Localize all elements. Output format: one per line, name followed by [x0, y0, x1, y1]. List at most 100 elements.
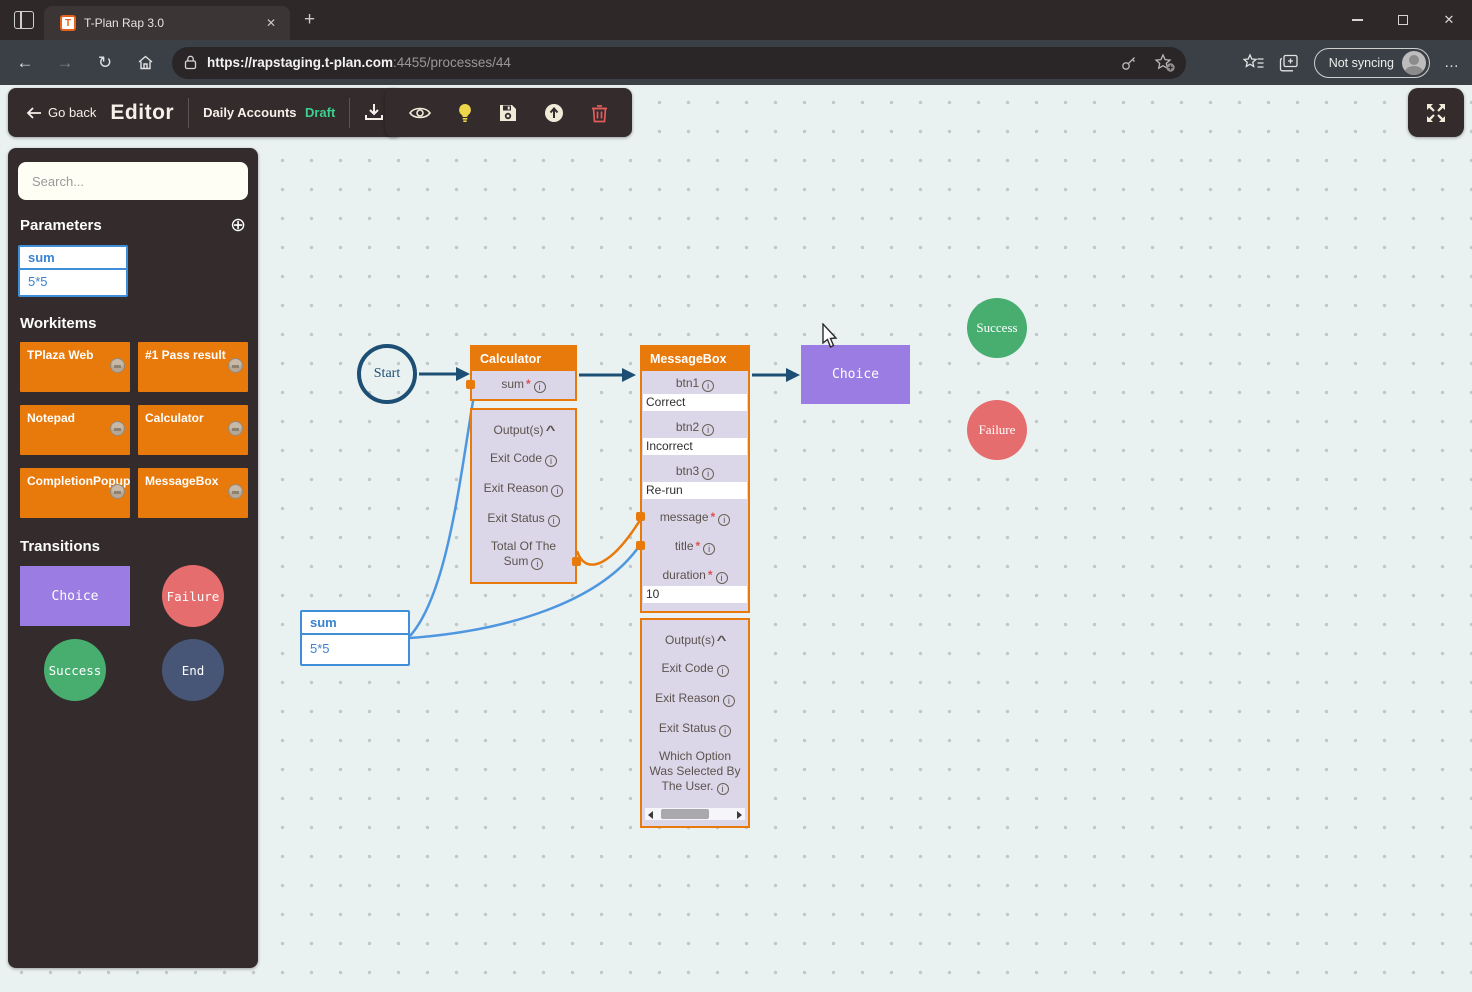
btn1-input[interactable]: Correct — [643, 394, 747, 411]
messagebox-outputs-toggle[interactable]: Output(s)^ — [642, 626, 748, 654]
address-bar[interactable]: https://rapstaging.t-plan.com:4455/proce… — [172, 47, 1186, 79]
output-label: Exit Reason — [655, 691, 720, 705]
info-icon[interactable] — [703, 543, 715, 555]
preview-eye-icon[interactable] — [409, 105, 431, 121]
calculator-output-exit-code[interactable]: Exit Code — [472, 444, 575, 474]
calculator-node[interactable]: Calculator sum Output(s)^ Exit Code Exit… — [470, 345, 577, 584]
messagebox-output-exit-code[interactable]: Exit Code — [642, 654, 748, 684]
info-icon[interactable] — [702, 468, 714, 480]
workitem-calculator[interactable]: Calculator — [138, 405, 248, 455]
info-icon[interactable] — [719, 725, 731, 737]
forward-button[interactable]: → — [50, 53, 80, 73]
workspaces-icon[interactable] — [14, 11, 34, 29]
field-label: btn1 — [676, 376, 699, 390]
info-icon[interactable] — [545, 455, 557, 467]
sum-parameter-node[interactable]: sum 5*5 — [300, 610, 410, 666]
scroll-left-arrow[interactable] — [648, 811, 653, 819]
refresh-button[interactable]: ↻ — [90, 53, 120, 73]
download-icon[interactable] — [364, 103, 384, 122]
info-icon[interactable] — [548, 515, 560, 527]
parameter-value: 5*5 — [20, 270, 126, 295]
workitem-messagebox[interactable]: MessageBox — [138, 468, 248, 518]
hint-bulb-icon[interactable] — [458, 103, 472, 123]
info-icon[interactable] — [534, 381, 546, 393]
messagebox-output-selected-option[interactable]: Which Option Was Selected By The User. — [642, 744, 748, 800]
tab-close-icon[interactable]: ✕ — [260, 14, 282, 32]
workitem-tplaza-web[interactable]: TPlaza Web — [20, 342, 130, 392]
favorites-icon[interactable] — [1243, 53, 1265, 73]
password-key-icon[interactable] — [1120, 54, 1138, 72]
add-parameter-button[interactable]: ⊕ — [230, 216, 246, 235]
input-connector-dot[interactable] — [636, 512, 645, 521]
collections-icon[interactable] — [1279, 53, 1300, 73]
calculator-output-total[interactable]: Total Of The Sum — [472, 534, 575, 578]
duration-input[interactable]: 10 — [643, 586, 747, 603]
workitem-badge-icon — [228, 484, 243, 499]
profile-label: Not syncing — [1329, 56, 1394, 70]
transition-failure[interactable]: Failure — [162, 565, 224, 627]
success-node[interactable]: Success — [967, 298, 1027, 358]
workitem-completionpopup[interactable]: CompletionPopup — [20, 468, 130, 518]
messagebox-field-btn1: btn1 — [642, 371, 748, 394]
browser-tab[interactable]: T T-Plan Rap 3.0 ✕ — [44, 6, 290, 40]
info-icon[interactable] — [718, 514, 730, 526]
close-window-button[interactable]: ✕ — [1426, 0, 1472, 40]
info-icon[interactable] — [723, 695, 735, 707]
settings-menu-icon[interactable]: … — [1444, 54, 1460, 71]
start-node[interactable]: Start — [357, 344, 417, 404]
publish-icon[interactable] — [544, 103, 564, 123]
input-label: sum — [501, 377, 524, 391]
output-connector-dot[interactable] — [572, 557, 581, 566]
go-back-button[interactable]: Go back — [26, 105, 96, 120]
transition-choice[interactable]: Choice — [20, 566, 130, 626]
info-icon[interactable] — [717, 665, 729, 677]
messagebox-field-title[interactable]: title — [642, 530, 748, 559]
btn3-input[interactable]: Re-run — [643, 482, 747, 499]
go-back-label: Go back — [48, 105, 96, 120]
choice-node[interactable]: Choice — [801, 345, 910, 404]
info-icon[interactable] — [716, 572, 728, 584]
add-favorite-icon[interactable] — [1154, 53, 1176, 73]
calculator-outputs-toggle[interactable]: Output(s)^ — [472, 416, 575, 444]
profile-button[interactable]: Not syncing — [1314, 48, 1430, 78]
info-icon[interactable] — [702, 380, 714, 392]
calculator-output-exit-reason[interactable]: Exit Reason — [472, 474, 575, 504]
collapse-icon: ^ — [717, 633, 727, 647]
workitem-notepad[interactable]: Notepad — [20, 405, 130, 455]
calculator-output-exit-status[interactable]: Exit Status — [472, 504, 575, 534]
home-button[interactable] — [130, 54, 160, 71]
collapse-icon: ^ — [545, 423, 555, 437]
messagebox-field-duration: duration — [642, 559, 748, 586]
input-connector-dot[interactable] — [466, 380, 475, 389]
scroll-right-arrow[interactable] — [737, 811, 742, 819]
required-marker — [708, 568, 713, 582]
input-connector-dot[interactable] — [636, 541, 645, 550]
transition-end[interactable]: End — [162, 639, 224, 701]
messagebox-field-message[interactable]: message — [642, 499, 748, 530]
maximize-button[interactable] — [1380, 0, 1426, 40]
new-tab-button[interactable]: + — [304, 9, 315, 31]
delete-trash-icon[interactable] — [591, 103, 608, 123]
outputs-horizontal-scrollbar[interactable] — [645, 808, 745, 820]
info-icon[interactable] — [717, 783, 729, 795]
failure-node[interactable]: Failure — [967, 400, 1027, 460]
transition-success[interactable]: Success — [44, 639, 106, 701]
scrollbar-thumb[interactable] — [661, 809, 709, 819]
calculator-input-sum[interactable]: sum — [472, 371, 575, 399]
info-icon[interactable] — [702, 424, 714, 436]
parameter-card[interactable]: sum 5*5 — [18, 245, 128, 297]
info-icon[interactable] — [551, 485, 563, 497]
workitem-pass-result[interactable]: #1 Pass result — [138, 342, 248, 392]
fullscreen-button[interactable] — [1408, 88, 1464, 137]
messagebox-node[interactable]: MessageBox btn1 Correct btn2 Incorrect b… — [640, 345, 750, 828]
back-button[interactable]: ← — [10, 53, 40, 73]
output-label: Exit Status — [487, 511, 544, 525]
info-icon[interactable] — [531, 558, 543, 570]
messagebox-output-exit-reason[interactable]: Exit Reason — [642, 684, 748, 714]
btn2-input[interactable]: Incorrect — [643, 438, 747, 455]
save-icon[interactable] — [499, 104, 517, 122]
search-input[interactable] — [18, 162, 248, 200]
minimize-button[interactable] — [1334, 0, 1380, 40]
workitem-label: Notepad — [27, 411, 75, 425]
messagebox-output-exit-status[interactable]: Exit Status — [642, 714, 748, 744]
